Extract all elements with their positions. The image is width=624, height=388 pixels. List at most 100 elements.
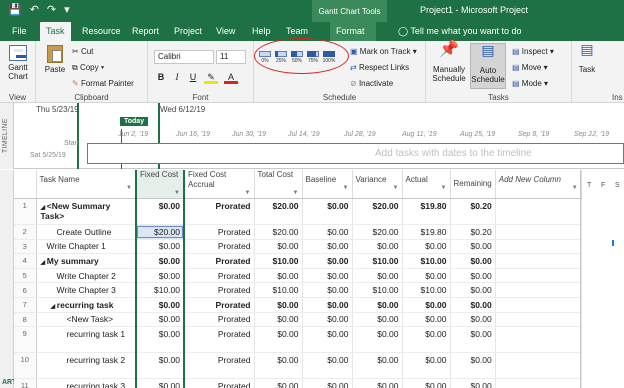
row-number[interactable]: 10: [14, 352, 37, 380]
cell-baseline[interactable]: $0.00: [302, 352, 353, 380]
dropdown-arrow-icon[interactable]: ▼: [245, 188, 251, 198]
task-name-cell[interactable]: <New Task>: [36, 312, 137, 328]
cell-accrual[interactable]: Prorated: [184, 352, 255, 380]
cell-add-new-column[interactable]: [495, 312, 582, 328]
cell-remaining[interactable]: $0.00: [450, 352, 496, 380]
table-row[interactable]: 8 <New Task> $0.00 Prorated $0.00 $0.00 $0.00 $…: [14, 312, 582, 328]
table-row[interactable]: 5 Write Chapter 2 $0.00 Prorated $0.00 $0.00 $…: [14, 268, 582, 284]
redo-icon[interactable]: ↷: [47, 3, 56, 16]
timeline-pane[interactable]: TIMELINE Thu 5/23/19 Wed 6/12/19 Today J…: [0, 103, 624, 169]
cell-total[interactable]: $20.00: [254, 198, 303, 225]
font-color-icon[interactable]: A: [224, 70, 238, 84]
table-row[interactable]: 4 ◢ My summary $0.00 Prorated $10.00 $0.00 $10…: [14, 253, 582, 269]
gantt-chart-area[interactable]: T F S: [580, 170, 624, 388]
cell-variance[interactable]: $0.00: [352, 268, 403, 284]
tab-task[interactable]: Task: [40, 22, 71, 41]
cell-variance[interactable]: $20.00: [352, 198, 403, 225]
tab-help[interactable]: Help: [246, 22, 277, 41]
cell-variance[interactable]: $0.00: [352, 239, 403, 255]
cell-baseline[interactable]: $0.00: [302, 312, 353, 328]
manually-schedule-button[interactable]: 📌 Manually Schedule: [430, 42, 468, 84]
cell-total[interactable]: $0.00: [254, 378, 303, 388]
cell-add-new-column[interactable]: [495, 282, 582, 298]
inspect-button[interactable]: ▤ Inspect ▾: [512, 45, 554, 58]
cell-total[interactable]: $0.00: [254, 326, 303, 354]
cell-add-new-column[interactable]: [495, 224, 582, 240]
bold-button[interactable]: B: [154, 70, 168, 84]
column-header-add-new[interactable]: Add New Column ▼: [495, 170, 582, 199]
cell-variance[interactable]: $0.00: [352, 378, 403, 388]
cell-add-new-column[interactable]: [495, 198, 582, 225]
cell-add-new-column[interactable]: [495, 239, 582, 255]
table-row[interactable]: 1 ◢ <New Summary Task> $0.00 Prorated $20.00…: [14, 198, 582, 225]
column-header-variance[interactable]: Variance ▼: [352, 170, 403, 199]
dropdown-arrow-icon[interactable]: ▼: [393, 183, 399, 193]
cell-accrual[interactable]: Prorated: [184, 239, 255, 255]
tab-format[interactable]: Format: [330, 22, 376, 41]
task-name-cell[interactable]: Write Chapter 3: [36, 282, 137, 298]
cell-remaining[interactable]: $0.00: [450, 268, 496, 284]
column-header-task-name[interactable]: Task Name ▼: [36, 170, 137, 199]
cell-total[interactable]: $0.00: [254, 268, 303, 284]
tell-me-box[interactable]: ◯ Tell me what you want to do: [398, 22, 521, 41]
cell-fixed-cost[interactable]: $0.00: [135, 268, 185, 284]
cell-variance[interactable]: $20.00: [352, 224, 403, 240]
tab-report[interactable]: Report: [126, 22, 165, 41]
cell-total[interactable]: $10.00: [254, 282, 303, 298]
cell-baseline[interactable]: $0.00: [302, 326, 353, 354]
cell-total[interactable]: $10.00: [254, 253, 303, 269]
gantt-bar-marker[interactable]: [612, 240, 614, 246]
row-number[interactable]: 9: [14, 326, 37, 354]
task-name-cell[interactable]: recurring task 2: [36, 352, 137, 380]
cell-variance[interactable]: $0.00: [352, 312, 403, 328]
cell-total[interactable]: $0.00: [254, 312, 303, 328]
row-number[interactable]: 2: [14, 224, 37, 240]
respect-links-button[interactable]: ⇄ Respect Links: [350, 61, 409, 74]
cell-fixed-cost[interactable]: $0.00: [135, 297, 185, 313]
cell-variance[interactable]: $0.00: [352, 326, 403, 354]
cell-add-new-column[interactable]: [495, 253, 582, 269]
undo-icon[interactable]: ↶: [30, 3, 39, 16]
cell-accrual[interactable]: Prorated: [184, 268, 255, 284]
cell-actual[interactable]: $0.00: [402, 268, 451, 284]
underline-button[interactable]: U: [186, 70, 200, 84]
cell-fixed-cost[interactable]: $0.00: [135, 352, 185, 380]
paste-button[interactable]: Paste: [42, 45, 68, 74]
column-header-fixed-cost-accrual[interactable]: Fixed Cost Accrual ▼: [184, 170, 255, 199]
save-icon[interactable]: 💾: [8, 3, 22, 16]
task-name-cell[interactable]: recurring task 3: [36, 378, 137, 388]
row-number[interactable]: 5: [14, 268, 37, 284]
cell-actual[interactable]: $0.00: [402, 239, 451, 255]
font-family-select[interactable]: Calibri: [154, 50, 214, 64]
cell-add-new-column[interactable]: [495, 352, 582, 380]
table-row[interactable]: 9 recurring task 1 $0.00 Prorated $0.00 $0.00…: [14, 326, 582, 354]
auto-schedule-button[interactable]: ▤ Auto Schedule: [470, 43, 506, 89]
timeline-bar[interactable]: [87, 143, 624, 164]
highlight-color-icon[interactable]: ✎: [204, 70, 218, 84]
cell-fixed-cost[interactable]: $0.00: [135, 198, 185, 225]
cell-fixed-cost[interactable]: $0.00: [135, 312, 185, 328]
row-number[interactable]: 6: [14, 282, 37, 298]
cell-accrual[interactable]: Prorated: [184, 224, 255, 240]
column-header-total-cost[interactable]: Total Cost ▼: [254, 170, 303, 199]
cell-actual[interactable]: $19.80: [402, 224, 451, 240]
row-number[interactable]: 4: [14, 253, 37, 269]
tab-file[interactable]: File: [6, 22, 33, 41]
cell-baseline[interactable]: $0.00: [302, 224, 353, 240]
mode-button[interactable]: ▤ Mode ▾: [512, 77, 548, 90]
column-header-remaining[interactable]: Remaining: [450, 170, 496, 199]
move-button[interactable]: ▤ Move ▾: [512, 61, 548, 74]
task-name-cell[interactable]: Write Chapter 2: [36, 268, 137, 284]
dropdown-arrow-icon[interactable]: ▼: [293, 188, 299, 198]
row-number[interactable]: 7: [14, 297, 37, 313]
mark-on-track-button[interactable]: ▣ Mark on Track ▾: [350, 45, 417, 58]
cell-remaining[interactable]: $0.00: [450, 326, 496, 354]
cell-fixed-cost[interactable]: $0.00: [135, 253, 185, 269]
cell-baseline[interactable]: $0.00: [302, 297, 353, 313]
cell-fixed-cost[interactable]: $10.00: [135, 282, 185, 298]
cell-remaining[interactable]: $0.00: [450, 239, 496, 255]
cell-accrual[interactable]: Prorated: [184, 297, 255, 313]
italic-button[interactable]: I: [170, 70, 184, 84]
cell-remaining[interactable]: $0.20: [450, 198, 496, 225]
cell-remaining[interactable]: $0.20: [450, 224, 496, 240]
